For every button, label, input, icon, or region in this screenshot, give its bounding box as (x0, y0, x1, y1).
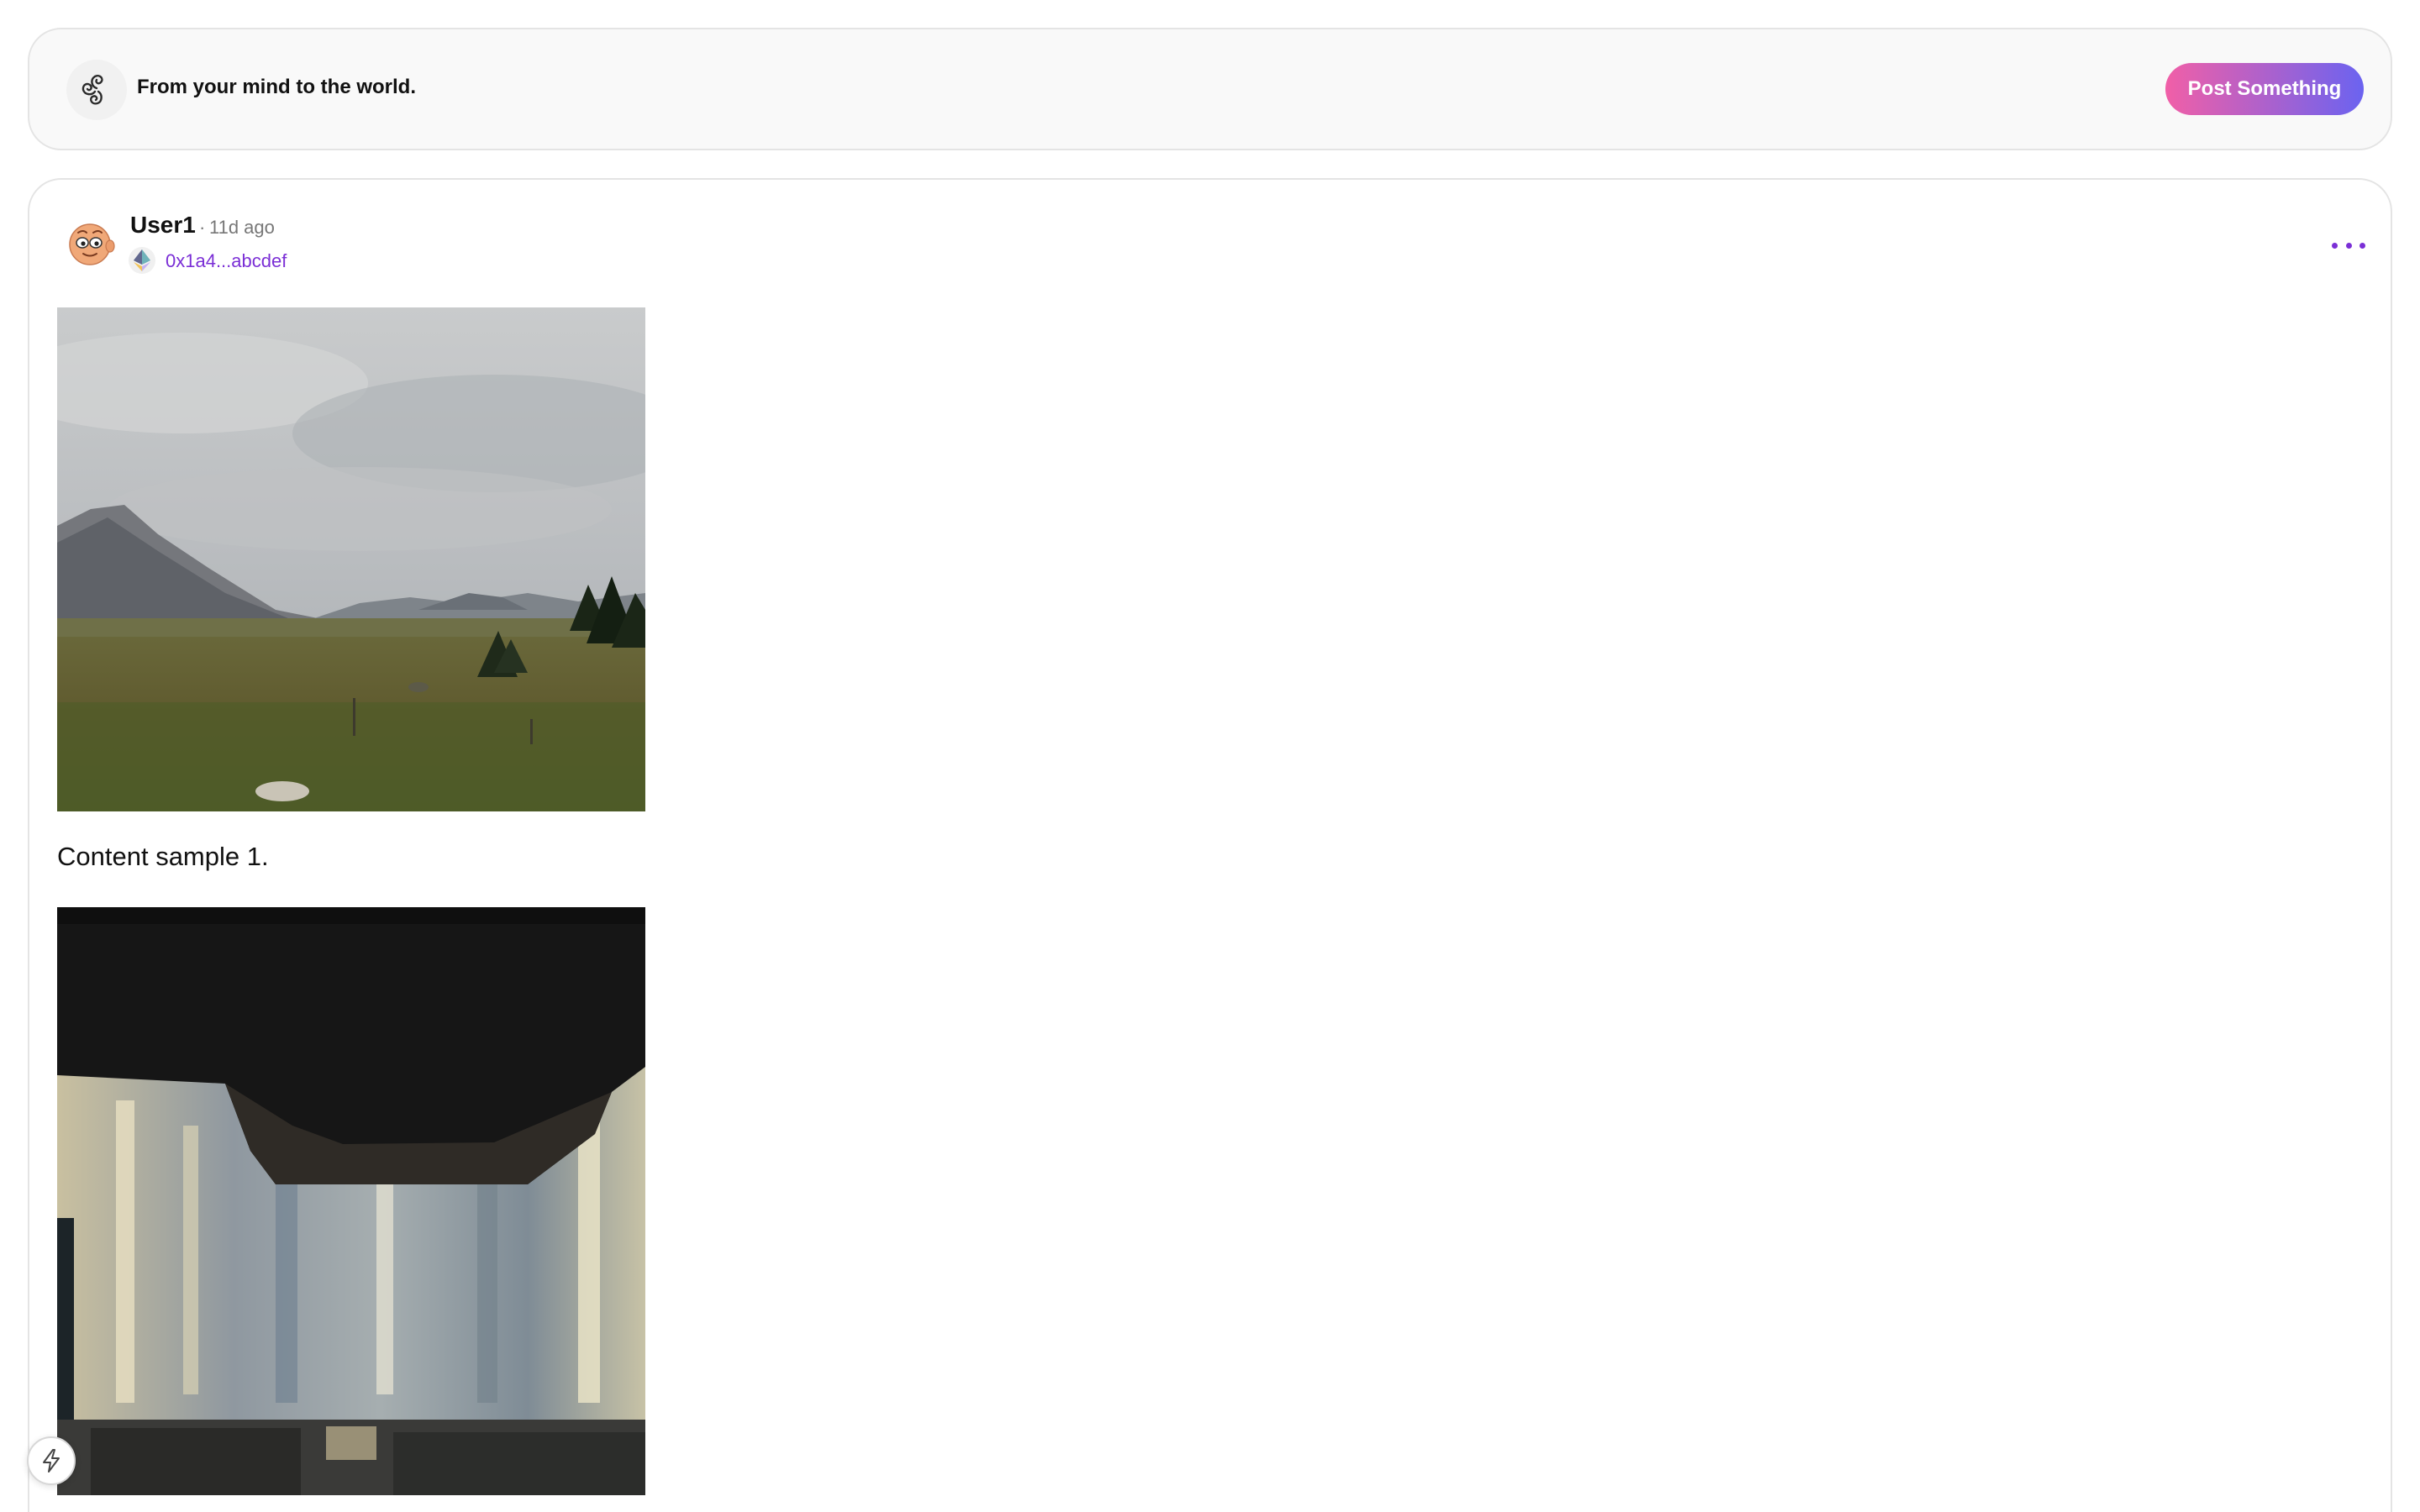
post-card: User1 · 11d ago 0x1a4...abcdef Content s… (28, 178, 2392, 1512)
avatar[interactable] (65, 218, 115, 269)
wallet-address-link[interactable]: 0x1a4...abcdef (166, 250, 287, 272)
interior-photo (57, 907, 645, 1495)
more-dot (2360, 242, 2365, 249)
page: From your mind to the world. Post Someth… (0, 0, 2420, 1512)
post-content: Content sample 1. (57, 842, 269, 871)
tagline: From your mind to the world. (137, 76, 416, 98)
cartoon-face-avatar (69, 223, 115, 265)
post-image-landscape[interactable] (57, 307, 645, 811)
lightning-button[interactable] (27, 1436, 76, 1485)
more-horizontal-icon (2332, 242, 2338, 249)
username[interactable]: User1 (130, 212, 196, 239)
landscape-photo (57, 307, 645, 811)
more-dot (2345, 242, 2352, 249)
meta-separator: · (199, 217, 206, 238)
triskelion-icon (66, 60, 127, 120)
lightning-bolt-icon (43, 1449, 60, 1473)
post-image-interior[interactable] (57, 907, 645, 1495)
ethereum-icon (129, 247, 155, 274)
post-timestamp: 11d ago (209, 217, 275, 238)
composer-bar: From your mind to the world. Post Someth… (28, 28, 2392, 150)
post-something-button[interactable]: Post Something (2165, 63, 2364, 115)
more-options-button[interactable] (2332, 235, 2365, 255)
